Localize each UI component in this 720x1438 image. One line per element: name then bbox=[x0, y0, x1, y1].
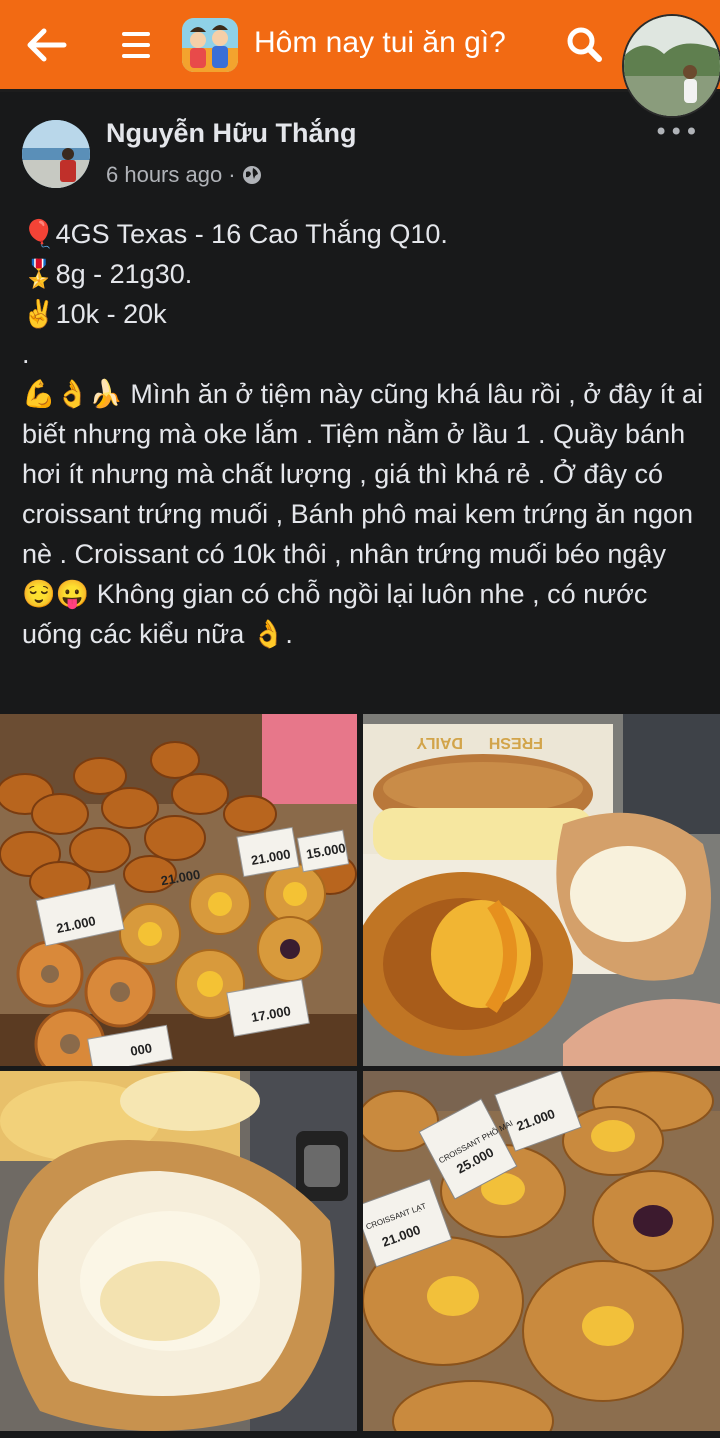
post-photo-1[interactable]: 21.000 21.000 17.000 21.000 15.000 000 bbox=[0, 714, 357, 1066]
hamburger-menu-icon bbox=[122, 32, 150, 58]
post-body: 💪👌🍌 Mình ăn ở tiệm này cũng khá lâu rồi … bbox=[22, 379, 704, 649]
post-line-hours: 🎖️8g - 21g30. bbox=[22, 259, 193, 289]
app-bar: Hôm nay tui ăn gì? bbox=[0, 0, 720, 118]
search-button[interactable] bbox=[556, 16, 614, 74]
meta-separator: · bbox=[228, 162, 236, 187]
post-line-dot: . bbox=[22, 339, 30, 369]
group-logo[interactable] bbox=[182, 18, 238, 72]
post-time[interactable]: 6 hours ago bbox=[106, 162, 222, 188]
more-options-button[interactable]: ••• bbox=[654, 118, 698, 146]
box-print: DAILY bbox=[416, 734, 463, 751]
post-photo-3[interactable] bbox=[0, 1071, 357, 1431]
arrow-left-icon bbox=[27, 28, 67, 62]
author-avatar[interactable] bbox=[22, 120, 90, 188]
post-photo-2[interactable]: FRESH DAILY bbox=[363, 714, 720, 1066]
globe-icon bbox=[242, 166, 261, 184]
menu-button[interactable] bbox=[108, 16, 166, 74]
search-icon bbox=[567, 27, 602, 62]
post-content: 🎈4GS Texas - 16 Cao Thắng Q10. 🎖️8g - 21… bbox=[22, 214, 706, 654]
post-photo-4[interactable]: 21.000 25.000 21.000 CROISSANT PHÔ MAI C… bbox=[363, 1071, 720, 1431]
post-meta: 6 hours ago · bbox=[106, 160, 262, 190]
user-avatar[interactable] bbox=[622, 14, 720, 118]
box-print: FRESH bbox=[489, 734, 543, 751]
author-name[interactable]: Nguyễn Hữu Thắng bbox=[106, 118, 357, 149]
post-line-price: ✌️10k - 20k bbox=[22, 299, 167, 329]
app-title: Hôm nay tui ăn gì? bbox=[254, 26, 506, 59]
post-line-address: 🎈4GS Texas - 16 Cao Thắng Q10. bbox=[22, 219, 448, 249]
back-button[interactable] bbox=[18, 16, 76, 74]
